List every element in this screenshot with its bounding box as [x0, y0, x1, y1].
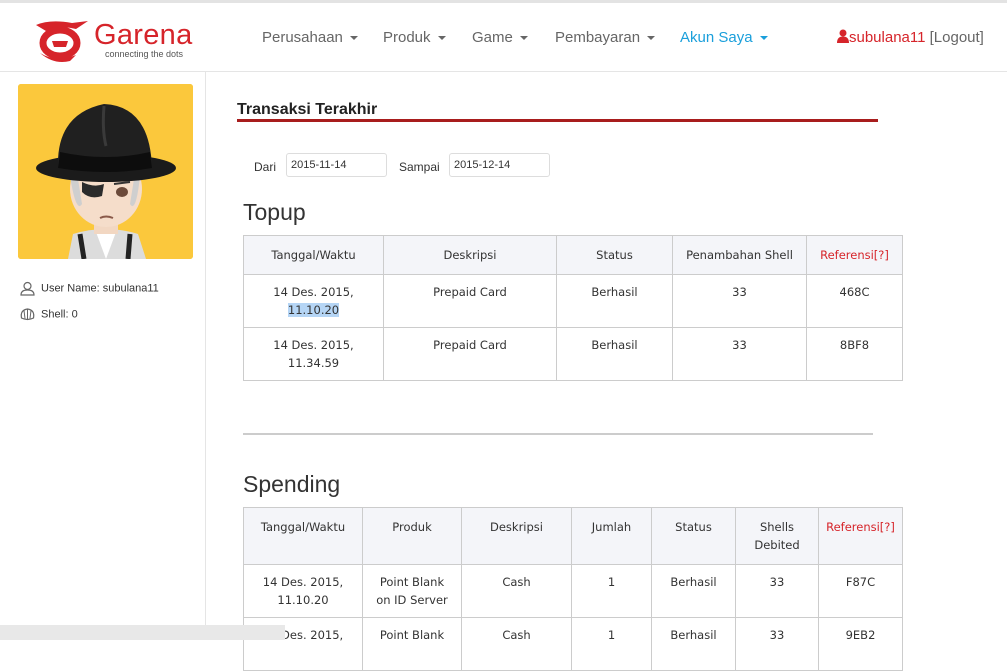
status-cell: Berhasil [556, 274, 673, 328]
time-text: 11.10.20 [287, 303, 340, 317]
product-cell: Point Blank on ID Server [362, 564, 462, 618]
logo-tagline: connecting the dots [105, 49, 184, 59]
status-cell: Berhasil [651, 564, 736, 618]
site-header: Garena connecting the dots Perusahaan Pr… [0, 3, 1007, 72]
column-header: Penambahan Shell [672, 235, 807, 275]
desc-cell: Cash [461, 617, 572, 671]
shells-header-line1: Shells [759, 520, 795, 534]
shell-icon [20, 308, 35, 321]
shell-label: Shell: 0 [41, 308, 78, 321]
time-text: 11.34.59 [287, 356, 340, 370]
username-label: User Name: subulana11 [41, 282, 159, 295]
caret-down-icon [647, 36, 656, 41]
date-text: 14 Des. 2015, [273, 285, 354, 299]
qty-cell: 1 [571, 564, 652, 618]
section-divider [243, 433, 873, 435]
title-underline [237, 119, 878, 122]
from-date-input[interactable]: 2015-11-14 [286, 153, 387, 177]
nav-pembayaran[interactable]: Pembayaran [555, 29, 656, 46]
column-header: Produk [362, 507, 462, 565]
shells-header-line2: Debited [754, 538, 800, 552]
referensi-help-link[interactable]: Referensi[?] [806, 235, 903, 275]
ref-cell: 8BF8 [806, 327, 903, 381]
shell-cell: 33 [672, 274, 807, 328]
username-link[interactable]: subulana11 [849, 29, 925, 46]
date-cell: 14 Des. 2015, 11.10.20 [243, 564, 363, 618]
column-header: Deskripsi [383, 235, 557, 275]
date-cell: 14 Des. 2015, 11.10.20 [243, 274, 384, 328]
sidebar-username: User Name: subulana11 [20, 281, 159, 296]
table-header-row: Tanggal/Waktu Produk Deskripsi Jumlah St… [243, 507, 903, 565]
sidebar-shell: Shell: 0 [20, 307, 78, 322]
shells-cell: 33 [735, 617, 819, 671]
to-date-input[interactable]: 2015-12-14 [449, 153, 550, 177]
logout-link[interactable]: [Logout] [930, 29, 984, 46]
column-header: Shells Debited [735, 507, 819, 565]
nav-game[interactable]: Game [472, 29, 528, 46]
to-label: Sampai [399, 160, 440, 174]
column-header: Status [651, 507, 736, 565]
spending-heading: Spending [243, 471, 341, 497]
referensi-help-link[interactable]: Referensi[?] [818, 507, 903, 565]
sidebar-divider [205, 72, 206, 640]
nav-perusahaan[interactable]: Perusahaan [262, 29, 358, 46]
column-header: Tanggal/Waktu [243, 507, 363, 565]
desc-cell: Cash [461, 564, 572, 618]
product-cell: Point Blank [362, 617, 462, 671]
table-header-row: Tanggal/Waktu Deskripsi Status Penambaha… [243, 235, 903, 275]
user-icon [837, 29, 849, 43]
caret-down-icon [349, 36, 358, 41]
date-text: 14 Des. 2015, [273, 338, 354, 352]
status-cell: Berhasil [556, 327, 673, 381]
table-row: 14 Des. 2015, 11.34.59 Prepaid Card Berha… [243, 327, 903, 381]
garena-logo-icon [36, 21, 88, 62]
shells-cell: 33 [735, 564, 819, 618]
status-cell: Berhasil [651, 617, 736, 671]
caret-down-icon [519, 36, 528, 41]
table-row: 14 Des. 2015, 11.10.20 Prepaid Card Berha… [243, 274, 903, 328]
nav-label: Akun Saya [680, 29, 753, 46]
nav-akun-saya[interactable]: Akun Saya [680, 29, 768, 46]
page-title: Transaksi Terakhir [237, 101, 378, 118]
nav-label: Perusahaan [262, 29, 343, 46]
nav-label: Game [472, 29, 513, 46]
nav-produk[interactable]: Produk [383, 29, 446, 46]
ref-cell: 468C [806, 274, 903, 328]
ref-cell: F87C [818, 564, 903, 618]
nav-label: Produk [383, 29, 431, 46]
nav-label: Pembayaran [555, 29, 641, 46]
topup-table: Tanggal/Waktu Deskripsi Status Penambaha… [243, 235, 903, 381]
user-outline-icon [20, 281, 35, 296]
shell-cell: 33 [672, 327, 807, 381]
caret-down-icon [437, 36, 446, 41]
caret-down-icon [759, 36, 768, 41]
column-header: Deskripsi [461, 507, 572, 565]
time-text: 11.10.20 [277, 593, 329, 607]
logo-text: Garena [94, 19, 193, 51]
product-text: Point Blank [379, 575, 445, 589]
qty-cell: 1 [571, 617, 652, 671]
column-header: Jumlah [571, 507, 652, 565]
column-header: Status [556, 235, 673, 275]
desc-cell: Prepaid Card [383, 274, 557, 328]
table-row: 14 Des. 2015, 11.10.20 Point Blank on ID S… [243, 564, 903, 618]
column-header: Tanggal/Waktu [243, 235, 384, 275]
product-server-text: on ID Server [376, 593, 448, 607]
date-text: 14 Des. 2015, [262, 575, 344, 589]
desc-cell: Prepaid Card [383, 327, 557, 381]
table-row: 14 Des. 2015, Point Blank Cash 1 Berhasi… [243, 617, 903, 671]
spending-table: Tanggal/Waktu Produk Deskripsi Jumlah St… [243, 507, 903, 671]
from-label: Dari [254, 160, 277, 174]
topup-heading: Topup [243, 199, 306, 225]
ref-cell: 9EB2 [818, 617, 903, 671]
horizontal-scrollbar[interactable] [0, 625, 285, 640]
user-menu: subulana11 [Logout] [837, 29, 984, 46]
garena-logo[interactable]: Garena connecting the dots [30, 17, 195, 63]
avatar [18, 84, 193, 259]
date-cell: 14 Des. 2015, 11.34.59 [243, 327, 384, 381]
avatar-image [18, 84, 193, 259]
